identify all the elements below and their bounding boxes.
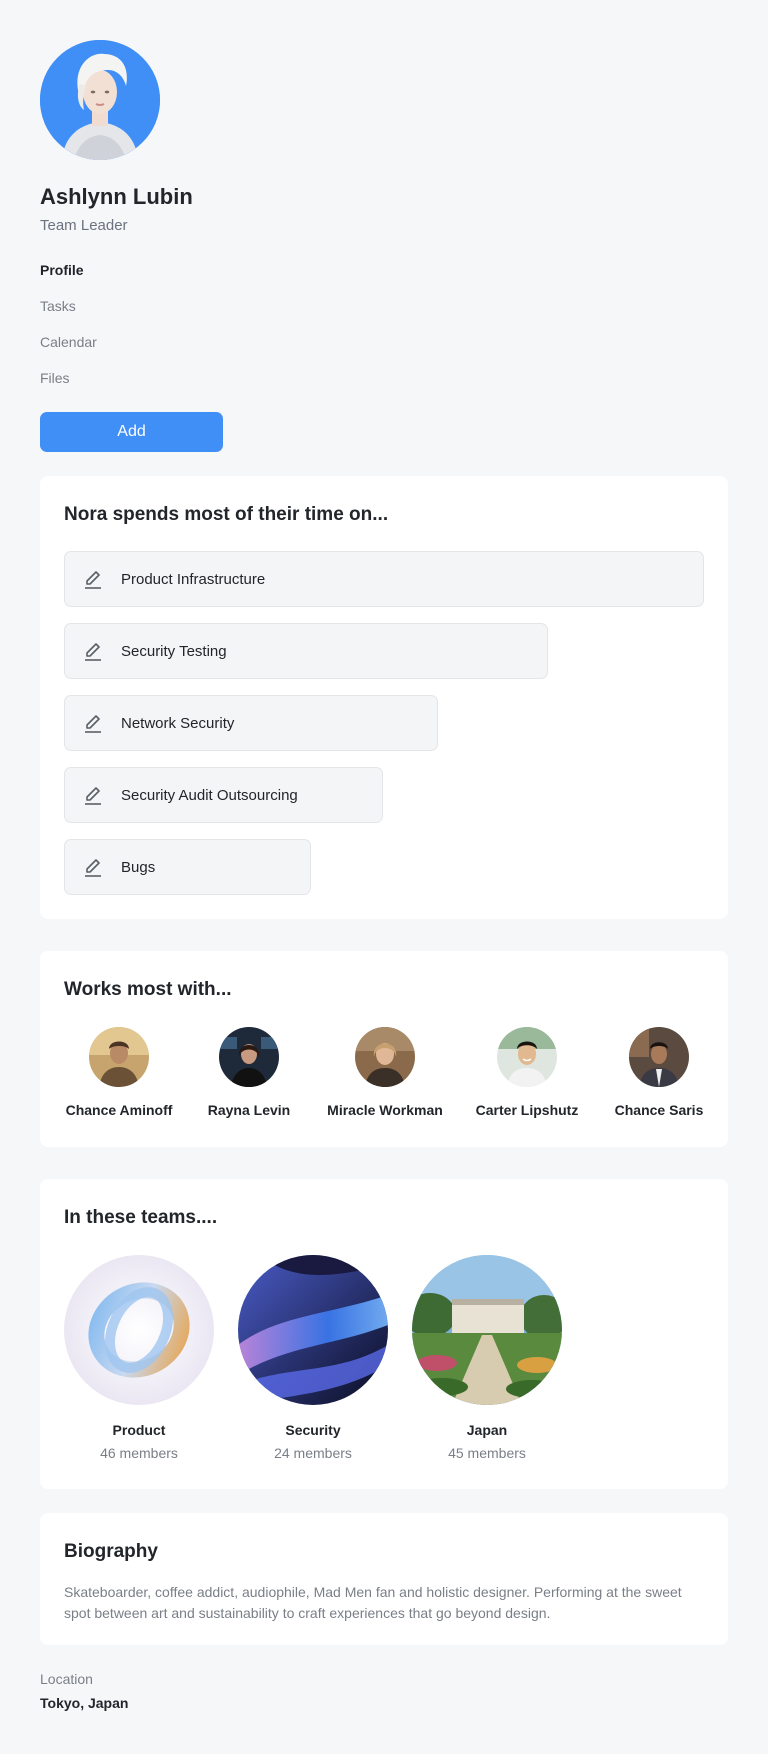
time-card: Nora spends most of their time on... Pro… bbox=[40, 476, 728, 919]
profile-name: Ashlynn Lubin bbox=[40, 184, 193, 209]
profile-page: Ashlynn Lubin Team Leader Profile Tasks … bbox=[0, 0, 768, 1754]
nav-item-calendar[interactable]: Calendar bbox=[40, 332, 97, 368]
team-name: Japan bbox=[466, 1422, 508, 1438]
nav-item-files[interactable]: Files bbox=[40, 368, 97, 404]
biography-title: Biography bbox=[64, 1541, 158, 1562]
location-value: Tokyo, Japan bbox=[40, 1695, 129, 1711]
topic-item[interactable]: Product Infrastructure bbox=[64, 551, 704, 607]
avatar bbox=[497, 1027, 557, 1087]
person-item[interactable]: Carter Lipshutz bbox=[470, 1027, 584, 1118]
person-item[interactable]: Chance Saris bbox=[614, 1027, 704, 1118]
team-image bbox=[64, 1255, 214, 1405]
person-item[interactable]: Miracle Workman bbox=[322, 1027, 448, 1118]
pencil-icon bbox=[85, 787, 101, 805]
nav-item-tasks[interactable]: Tasks bbox=[40, 296, 97, 332]
time-card-title: Nora spends most of their time on... bbox=[64, 504, 389, 525]
topic-item[interactable]: Security Audit Outsourcing bbox=[64, 767, 383, 823]
team-members: 46 members bbox=[100, 1445, 178, 1461]
works-card-title: Works most with... bbox=[64, 979, 232, 1000]
topic-label: Network Security bbox=[121, 714, 235, 732]
team-image bbox=[412, 1255, 562, 1405]
pencil-icon bbox=[85, 715, 101, 733]
pencil-icon bbox=[85, 643, 101, 661]
works-card: Works most with... Chance Aminoff Rayna … bbox=[40, 951, 728, 1147]
team-name: Product bbox=[112, 1422, 166, 1438]
pencil-icon bbox=[85, 571, 101, 589]
avatar bbox=[89, 1027, 149, 1087]
avatar bbox=[355, 1027, 415, 1087]
person-name: Rayna Levin bbox=[207, 1102, 291, 1118]
topic-list: Product Infrastructure Security Testing … bbox=[64, 551, 704, 911]
pencil-icon bbox=[85, 859, 101, 877]
person-name: Chance Saris bbox=[614, 1102, 704, 1118]
avatar bbox=[40, 40, 160, 160]
team-image bbox=[238, 1255, 388, 1405]
team-item[interactable]: Product 46 members bbox=[64, 1255, 214, 1461]
person-name: Chance Aminoff bbox=[65, 1102, 173, 1118]
team-item[interactable]: Japan 45 members bbox=[412, 1255, 562, 1461]
topic-item[interactable]: Bugs bbox=[64, 839, 311, 895]
teams-card-title: In these teams.... bbox=[64, 1207, 218, 1228]
profile-nav: Profile Tasks Calendar Files bbox=[40, 260, 97, 404]
nav-item-profile[interactable]: Profile bbox=[40, 260, 97, 296]
team-item[interactable]: Security 24 members bbox=[238, 1255, 388, 1461]
person-item[interactable]: Chance Aminoff bbox=[64, 1027, 174, 1118]
people-list: Chance Aminoff Rayna Levin Miracle Workm… bbox=[40, 1027, 728, 1127]
person-name: Carter Lipshutz bbox=[475, 1102, 579, 1118]
team-name: Security bbox=[285, 1422, 341, 1438]
topic-item[interactable]: Security Testing bbox=[64, 623, 548, 679]
location-label: Location bbox=[40, 1671, 93, 1687]
biography-text: Skateboarder, coffee addict, audiophile,… bbox=[64, 1584, 682, 1621]
teams-card: In these teams.... Product 46 members Se… bbox=[40, 1179, 728, 1489]
topic-item[interactable]: Network Security bbox=[64, 695, 438, 751]
person-item[interactable]: Rayna Levin bbox=[204, 1027, 294, 1118]
topic-label: Security Testing bbox=[121, 642, 227, 660]
team-members: 45 members bbox=[448, 1445, 526, 1461]
avatar bbox=[629, 1027, 689, 1087]
add-button[interactable]: Add bbox=[40, 412, 223, 452]
topic-label: Product Infrastructure bbox=[121, 570, 266, 588]
biography-card: Biography Skateboarder, coffee addict, a… bbox=[40, 1513, 728, 1645]
topic-label: Bugs bbox=[121, 858, 156, 876]
avatar bbox=[219, 1027, 279, 1087]
person-name: Miracle Workman bbox=[327, 1102, 443, 1118]
avatar-portrait bbox=[40, 40, 160, 160]
topic-label: Security Audit Outsourcing bbox=[121, 786, 298, 804]
team-members: 24 members bbox=[274, 1445, 352, 1461]
profile-role: Team Leader bbox=[40, 217, 128, 234]
